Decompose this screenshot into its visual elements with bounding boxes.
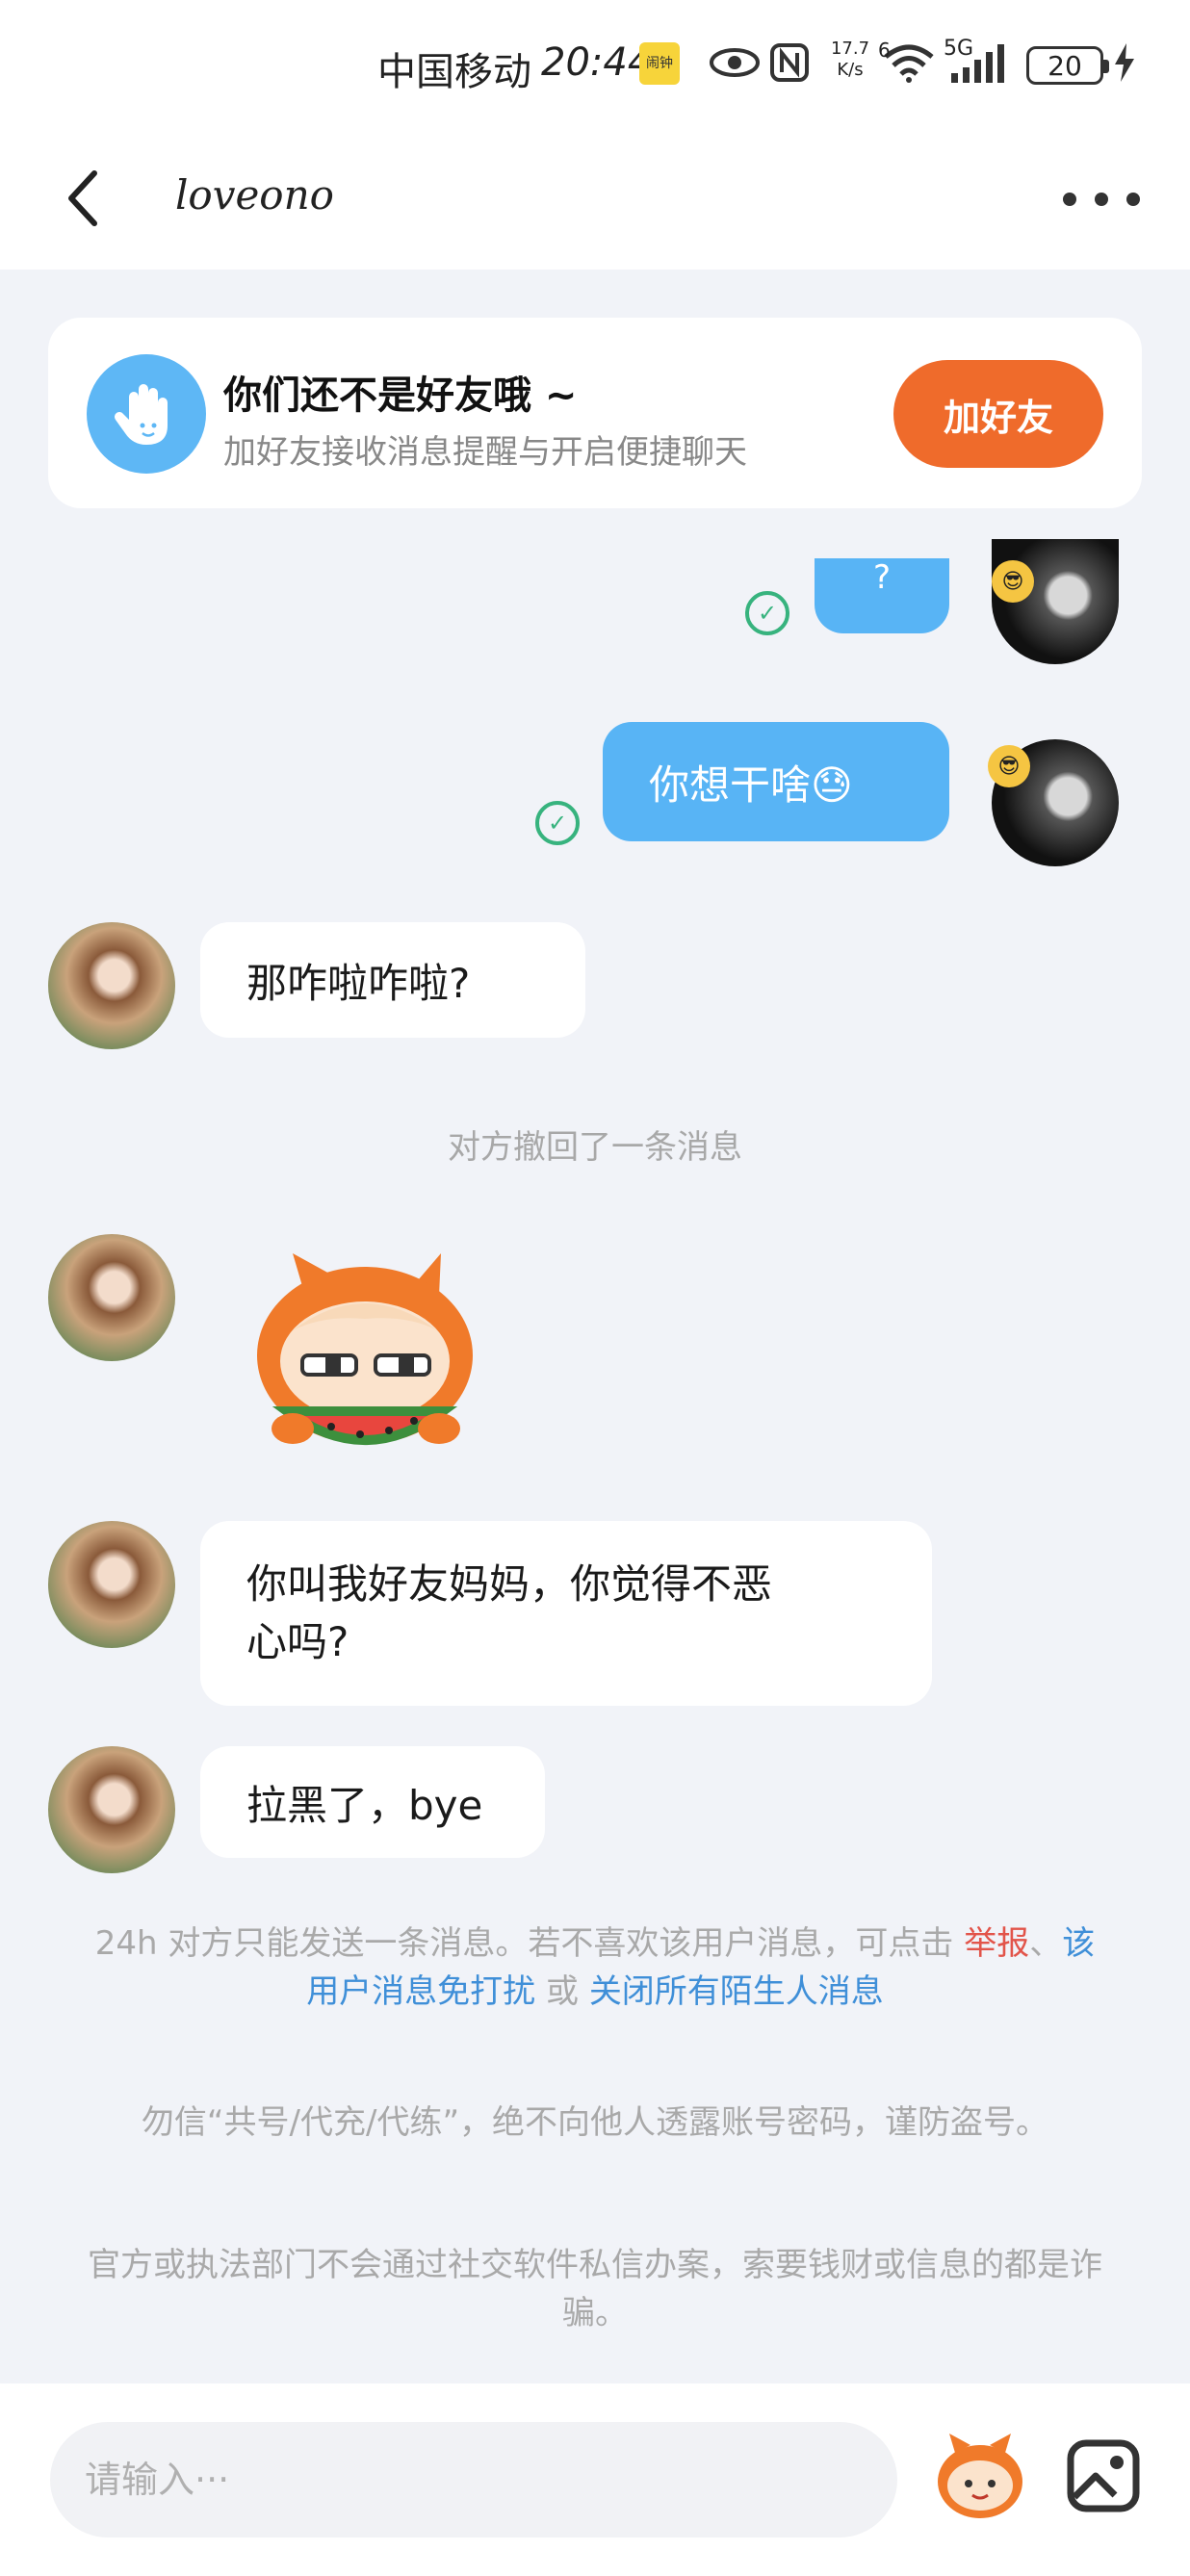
message-bubble-out[interactable]: ? <box>815 558 949 633</box>
orange-cat-sticker-icon <box>257 1253 473 1445</box>
stranger-message-notice: 24h 对方只能发送一条消息。若不喜欢该用户消息，可点击 举报、该用户消息免打扰… <box>94 1924 1096 2011</box>
report-link[interactable]: 举报 <box>964 1924 1029 1963</box>
nfc-icon <box>770 39 809 87</box>
message-text: 那咋啦咋啦? <box>246 959 471 1007</box>
app-badge-label: 闹钟 <box>646 56 673 71</box>
wifi-label: 6 <box>878 39 891 62</box>
signal-label: 5G <box>944 37 974 61</box>
battery-level: 20 <box>1048 49 1082 82</box>
banner-subtitle: 加好友接收消息提醒与开启便捷聊天 <box>223 433 747 472</box>
message-bubble-in[interactable]: 拉黑了，bye <box>200 1746 545 1858</box>
signal-icon: 5G <box>944 37 1011 87</box>
add-friend-banner: 你们还不是好友哦 ~ 加好友接收消息提醒与开启便捷聊天 加好友 <box>48 318 1142 508</box>
status-time: 20:44 <box>541 40 653 85</box>
input-bar <box>0 2383 1190 2576</box>
contact-avatar[interactable] <box>48 1234 175 1361</box>
chat-header: loveono <box>0 131 1190 270</box>
contact-avatar[interactable] <box>48 1521 175 1648</box>
more-button[interactable] <box>1063 175 1140 223</box>
more-dots-icon <box>1063 193 1076 206</box>
wifi-icon: 6 <box>878 39 936 87</box>
app-badge-icon: 闹钟 <box>639 42 680 85</box>
eye-icon <box>709 39 761 87</box>
banner-title: 你们还不是好友哦 ~ <box>223 374 578 418</box>
sunglasses-emoji-icon: 😎 <box>992 560 1034 603</box>
image-button[interactable] <box>1055 2428 1151 2524</box>
message-text: 拉黑了，bye <box>246 1781 483 1829</box>
image-icon <box>1067 2439 1140 2512</box>
message-bubble-in[interactable]: 你叫我好友妈妈，你觉得不恶 心吗? <box>200 1521 932 1706</box>
message-bubble-in[interactable]: 那咋啦咋啦? <box>200 922 585 1038</box>
contact-avatar[interactable] <box>48 1746 175 1873</box>
recalled-message-note: 对方撤回了一条消息 <box>448 1128 742 1167</box>
read-check-icon: ✓ <box>535 801 580 845</box>
sticker-message[interactable] <box>235 1248 495 1479</box>
account-safety-warning: 勿信“共号/代充/代练”，绝不向他人透露账号密码，谨防盗号。 <box>141 2103 1049 2142</box>
battery-icon: 20 <box>1026 46 1109 85</box>
message-text-line2: 心吗? <box>246 1618 349 1665</box>
carrier-name: 中国移动 <box>377 50 531 94</box>
net-speed: 17.7 K/s <box>830 39 870 80</box>
fraud-warning: 官方或执法部门不会通过社交软件私信办案，索要钱财或信息的都是诈骗。 <box>88 2246 1102 2332</box>
charging-icon <box>1113 39 1136 87</box>
sticker-face-icon <box>938 2434 1022 2518</box>
status-bar: 中国移动 20:44 闹钟 17.7 K/s 6 5G 20 <box>0 0 1190 131</box>
close-stranger-messages-link[interactable]: 关闭所有陌生人消息 <box>589 1972 884 2011</box>
sunglasses-emoji-icon: 😎 <box>988 745 1030 787</box>
contact-avatar[interactable] <box>48 922 175 1049</box>
chevron-left-icon <box>68 170 97 226</box>
hand-wave-icon <box>87 354 206 474</box>
sticker-button[interactable] <box>932 2428 1028 2524</box>
message-text-line1: 你叫我好友妈妈，你觉得不恶 <box>246 1560 773 1608</box>
chat-title: loveono <box>175 171 334 219</box>
read-check-icon: ✓ <box>745 591 789 635</box>
back-button[interactable] <box>56 160 114 237</box>
message-bubble-out[interactable]: 你想干啥😓 <box>603 722 949 841</box>
message-text: 你想干啥😓 <box>649 760 853 809</box>
add-friend-button[interactable]: 加好友 <box>893 360 1103 468</box>
message-input[interactable] <box>50 2422 897 2537</box>
message-text: ? <box>872 558 892 597</box>
